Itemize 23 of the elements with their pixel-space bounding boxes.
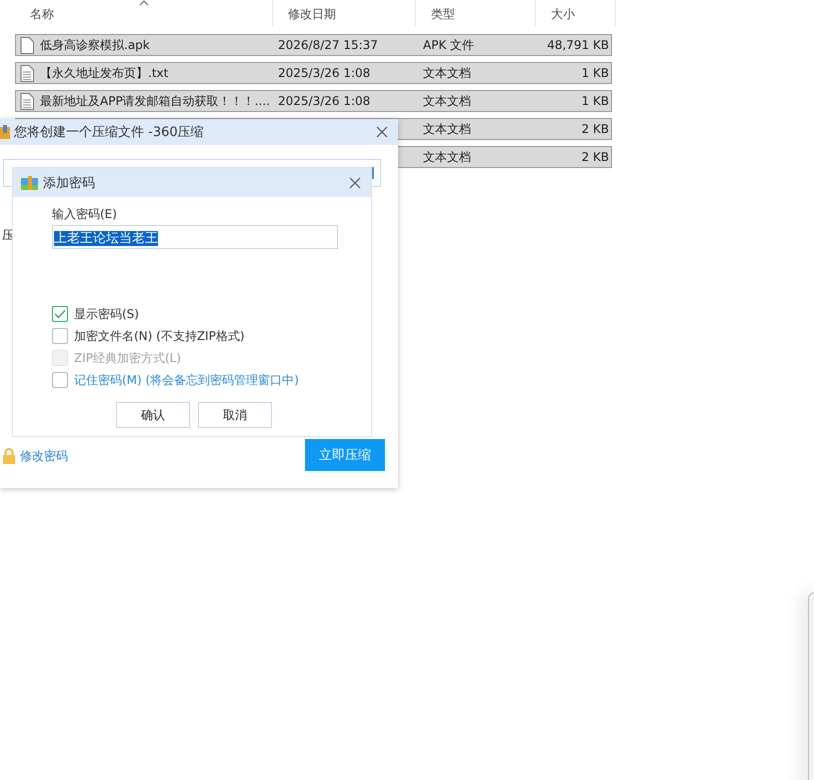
file-name: 低身高诊察模拟.apk: [40, 36, 150, 54]
file-size: 48,791 KB: [547, 38, 609, 52]
file-name: 最新地址及APP请发邮箱自动获取！！！....: [40, 92, 270, 110]
option-label: 记住密码(M) (将会备忘到密码管理窗口中): [74, 372, 299, 388]
file-size: 2 KB: [581, 122, 609, 136]
window-title: 添加密码: [43, 174, 96, 192]
modified-date: 2025/3/26 1:08: [278, 66, 370, 80]
modified-date: 2026/8/27 15:37: [278, 38, 378, 52]
option-label: ZIP经典加密方式(L): [74, 350, 182, 366]
option-label: 加密文件名(N) (不支持ZIP格式): [74, 328, 245, 344]
file-type: APK 文件: [423, 38, 474, 52]
field-label: 输入密码(E): [52, 206, 118, 223]
file-size: 1 KB: [581, 94, 609, 108]
file-name: 【永久地址发布页】.txt: [40, 64, 168, 82]
file-type: 文本文档: [423, 94, 471, 108]
file-type: 文本文档: [423, 122, 471, 136]
file-type: 文本文档: [423, 66, 471, 80]
file-type: 文本文档: [423, 150, 471, 164]
file-size: 2 KB: [581, 150, 609, 164]
modified-date: 2025/3/26 1:08: [278, 94, 370, 108]
window-title: 您将创建一个压缩文件 -360压缩: [14, 124, 205, 141]
option-label: 显示密码(S): [74, 306, 139, 322]
file-size: 1 KB: [581, 66, 609, 80]
